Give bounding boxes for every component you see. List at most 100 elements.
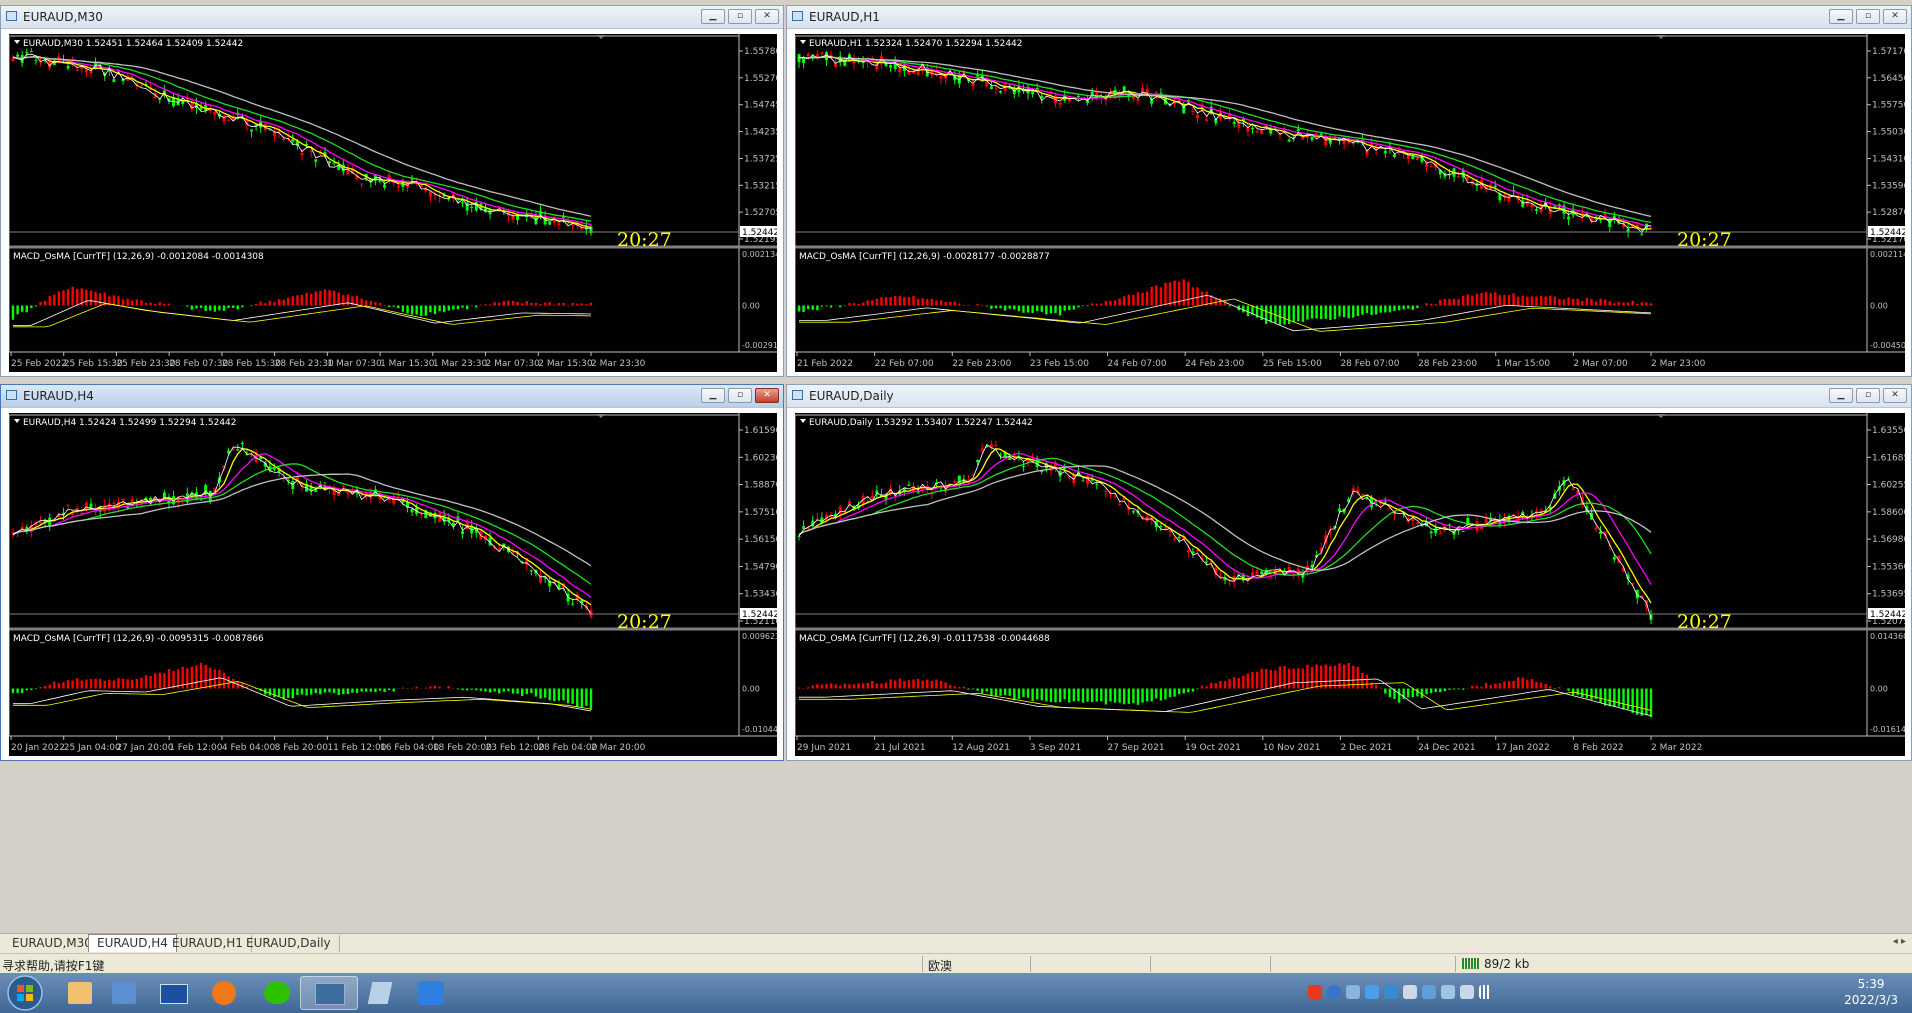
time-axis-label: 8 Feb 2022 [1573,743,1623,753]
macd-histogram-bar [443,305,446,313]
tab-scroll-arrows[interactable]: ◂ ▸ [1893,936,1906,947]
time-axis-label: 17 Jan 2022 [1496,743,1550,753]
macd-histogram-bar [944,682,947,689]
tray-icon[interactable] [1346,985,1360,999]
minimize-button[interactable]: ▁ [1829,388,1853,403]
taskbar-app-icon[interactable] [402,976,460,1010]
candle [1246,128,1250,132]
macd-histogram-bar [1347,305,1350,319]
tab-euraud-daily[interactable]: EURAUD,Daily [238,935,340,952]
macd-histogram-bar [1539,682,1543,689]
time-axis-label: 25 Feb 2022 [11,359,67,369]
taskbar-app-icon[interactable] [144,976,202,1010]
macd-histogram-bar [1049,305,1053,314]
maximize-button[interactable]: ▫ [728,9,752,24]
candle [1525,200,1529,206]
chart-window-m30[interactable]: EURAUD,M30 ▁ ▫ ✕ 1.557801.552701.547451.… [0,5,784,377]
tray-icon[interactable] [1441,985,1455,999]
chart-window-h4[interactable]: EURAUD,H4 ▁ ▫ ✕ 1.61590 1.60230 1.58870 1.5… [0,384,784,761]
close-button[interactable]: ✕ [1883,9,1907,24]
macd-histogram-bar [158,302,161,306]
macd-histogram-bar [360,298,363,306]
time-axis-label: 23 Feb 12:00 [486,743,545,753]
candle [1021,466,1025,468]
chart-canvas[interactable]: 1.61590 1.60230 1.58870 1.57510 1.56150 1.547… [9,413,777,756]
window-titlebar[interactable]: EURAUD,H4 ▁ ▫ ✕ [1,385,783,408]
candle [1067,99,1071,102]
macd-histogram-bar [1553,296,1557,306]
macd-histogram-bar [1287,305,1291,325]
macd-histogram-bar [1526,680,1529,689]
macd-histogram-bar [43,686,47,689]
macd-histogram-bar [172,670,175,689]
candle [383,184,387,188]
macd-histogram-bar [493,302,496,306]
candle [66,504,70,506]
macd-histogram-bar [967,688,970,690]
chart-canvas[interactable]: 1.63550 1.61685 1.60255 1.58600 1.56980 1.553… [795,413,1905,756]
wechat-icon[interactable] [248,976,306,1010]
macd-histogram-bar [530,302,533,306]
chart-canvas[interactable]: 1.57170 1.56450 1.55750 1.55030 1.54310 1.535… [795,34,1905,372]
time-axis-label: 29 Jun 2021 [797,743,851,753]
macd-histogram-bar [1127,294,1131,306]
taskbar-app-icon[interactable] [196,976,254,1010]
maximize-button[interactable]: ▫ [1856,388,1880,403]
macd-histogram-bar [190,305,194,310]
maximize-button[interactable]: ▫ [728,388,752,403]
macd-histogram-bar [1636,303,1639,306]
macd-histogram-bar [268,300,272,306]
macd-histogram-bar [241,305,244,308]
chart-window-daily[interactable]: EURAUD,Daily ▁ ▫ ✕ 1.63550 1.61685 1.60255… [786,384,1912,761]
close-button[interactable]: ✕ [755,388,779,403]
macd-histogram-bar [131,300,134,306]
candle [1534,209,1538,211]
tray-icon[interactable] [1365,985,1379,999]
minimize-button[interactable]: ▁ [1829,9,1853,24]
macd-histogram-bar [351,688,354,693]
minimize-button[interactable]: ▁ [701,388,725,403]
time-axis-label: 24 Feb 23:00 [1185,359,1244,369]
price-scale-label: 1.56980 [1872,535,1905,545]
macd-histogram-bar [543,302,547,306]
close-button[interactable]: ✕ [755,9,779,24]
macd-histogram-bar [921,680,924,689]
tray-icon[interactable] [1460,985,1474,999]
start-button-icon[interactable] [2,973,48,1013]
candle [341,485,345,487]
macd-scale-label: 0.0096239 [742,632,777,641]
time-axis-label: 2 Mar 07:30 [486,359,541,369]
macd-histogram-bar [71,286,74,306]
macd-histogram-bar [566,304,570,306]
macd-histogram-bar [186,305,189,307]
macd-histogram-bar [1081,688,1085,703]
maximize-button[interactable]: ▫ [1856,9,1880,24]
close-button[interactable]: ✕ [1883,388,1907,403]
macd-histogram-bar [889,297,892,306]
tab-euraud-m30[interactable]: EURAUD,M30 [4,935,101,952]
tray-icon[interactable] [1422,985,1436,999]
network-signal-icon[interactable] [1479,985,1493,999]
shield-icon[interactable] [1384,985,1398,999]
taskbar-metatrader-icon[interactable] [300,976,358,1010]
chart-window-h1[interactable]: EURAUD,H1 ▁ ▫ ✕ 1.571701.564501.557501.5… [786,5,1912,377]
time-axis-label: 10 Nov 2021 [1263,743,1321,753]
tray-icon[interactable] [1308,985,1322,999]
macd-histogram-bar [1068,305,1071,311]
window-titlebar[interactable]: EURAUD,M30 ▁ ▫ ✕ [1,6,783,29]
macd-histogram-bar [1365,674,1369,689]
macd-histogram-bar [34,305,38,307]
macd-histogram-bar [1068,688,1071,703]
minimize-button[interactable]: ▁ [701,9,725,24]
volume-icon[interactable] [1403,985,1417,999]
candle [1484,518,1488,523]
status-profile: 欧澳 [928,959,953,973]
macd-histogram-bar [1512,293,1515,306]
window-titlebar[interactable]: EURAUD,Daily ▁ ▫ ✕ [787,385,1911,408]
macd-histogram-bar [149,302,152,306]
chart-canvas[interactable]: 1.55780 1.55270 1.54745 1.54235 1.53725 1.532… [9,34,777,372]
macd-histogram-bar [1077,305,1080,308]
window-titlebar[interactable]: EURAUD,H1 ▁ ▫ ✕ [787,6,1911,29]
taskbar-clock[interactable]: 5:39 2022/3/3 [1844,976,1898,1008]
help-tray-icon[interactable] [1327,985,1341,999]
